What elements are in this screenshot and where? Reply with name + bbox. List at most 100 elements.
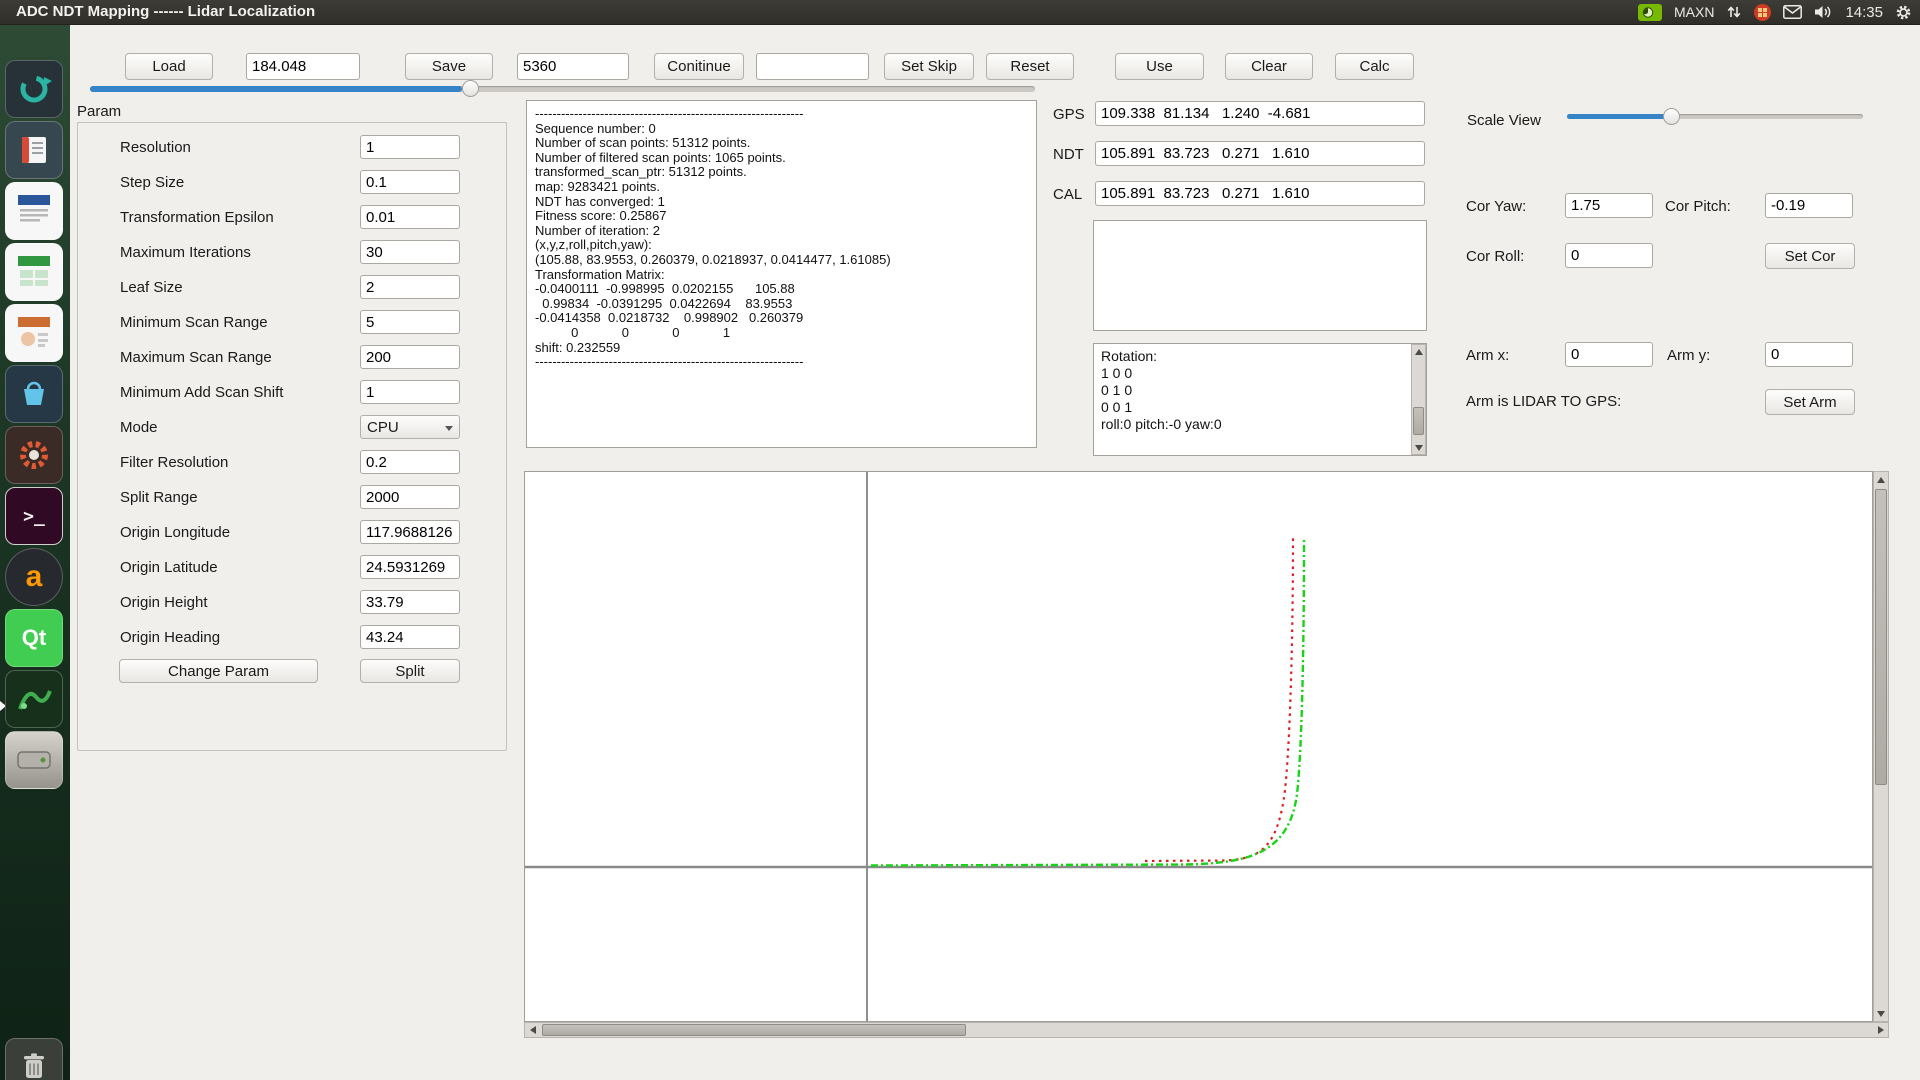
set-cor-button[interactable]: Set Cor	[1765, 243, 1855, 269]
rotation-scrollbar[interactable]	[1411, 344, 1426, 455]
param-label-step-size: Step Size	[120, 174, 184, 191]
change-param-button[interactable]: Change Param	[119, 659, 318, 683]
trajectory-plot[interactable]	[524, 471, 1873, 1022]
dock-icon-libreoffice-writer[interactable]	[5, 182, 63, 240]
rotation-display-box[interactable]: Rotation: 1 0 0 0 1 0 0 0 1 roll:0 pitch…	[1093, 343, 1427, 456]
plot-vertical-scrollbar[interactable]	[1873, 471, 1889, 1022]
transformation-epsilon-input[interactable]	[360, 205, 460, 229]
session-gear-icon[interactable]	[1895, 4, 1912, 21]
dock-trash-icon[interactable]	[5, 1038, 63, 1080]
scroll-right-icon[interactable]	[1878, 1026, 1884, 1034]
skip-value-input[interactable]	[756, 53, 869, 80]
origin-height-input[interactable]	[360, 590, 460, 614]
dock-icon-mapping-app[interactable]	[5, 670, 63, 728]
plot-vscrollbar-thumb[interactable]	[1875, 489, 1887, 785]
system-top-bar: ADC NDT Mapping ------ Lidar Localizatio…	[0, 0, 1920, 25]
scroll-down-icon[interactable]	[1877, 1011, 1885, 1017]
split-button[interactable]: Split	[360, 659, 460, 683]
input-method-icon[interactable]	[1754, 4, 1771, 21]
reset-button[interactable]: Reset	[986, 53, 1074, 80]
scroll-down-icon[interactable]	[1415, 445, 1423, 451]
clear-button[interactable]: Clear	[1225, 53, 1313, 80]
mail-icon[interactable]	[1783, 5, 1802, 19]
nvidia-icon[interactable]	[1638, 4, 1662, 21]
plot-horizontal-scrollbar[interactable]	[524, 1022, 1889, 1038]
dock-icon-amazon[interactable]: a	[5, 548, 63, 606]
log-output-box[interactable]: ----------------------------------------…	[526, 100, 1037, 448]
cor-pitch-input[interactable]	[1765, 193, 1853, 218]
minimum-add-scan-shift-input[interactable]	[360, 380, 460, 404]
system-tray: MAXN 14:35	[1638, 0, 1912, 24]
scroll-left-icon[interactable]	[530, 1026, 536, 1034]
cor-yaw-input[interactable]	[1565, 193, 1653, 218]
ndt-trajectory-path	[871, 539, 1304, 866]
clock-label[interactable]: 14:35	[1845, 4, 1883, 21]
ndt-label: NDT	[1053, 146, 1084, 163]
plot-hscrollbar-thumb[interactable]	[542, 1024, 966, 1036]
dock-icon-software-center[interactable]	[5, 365, 63, 423]
use-button[interactable]: Use	[1115, 53, 1204, 80]
param-label-origin-longitude: Origin Longitude	[120, 524, 230, 541]
maximum-scan-range-input[interactable]	[360, 345, 460, 369]
mode-select[interactable]: CPU	[360, 415, 460, 439]
origin-heading-input[interactable]	[360, 625, 460, 649]
dock-icon-files[interactable]	[5, 121, 63, 179]
step-size-input[interactable]	[360, 170, 460, 194]
set-skip-button[interactable]: Set Skip	[884, 53, 974, 80]
param-label-minimum-scan-range: Minimum Scan Range	[120, 314, 268, 331]
param-label-origin-heading: Origin Heading	[120, 629, 220, 646]
param-label-mode: Mode	[120, 419, 158, 436]
save-value-input[interactable]	[517, 53, 629, 80]
gps-value-input[interactable]	[1095, 101, 1425, 126]
mode-selected-value: CPU	[367, 419, 399, 436]
origin-longitude-input[interactable]	[360, 520, 460, 544]
arm-x-input[interactable]	[1565, 342, 1653, 367]
param-label-split-range: Split Range	[120, 489, 198, 506]
gpu-mode-label[interactable]: MAXN	[1674, 4, 1714, 20]
param-label-resolution: Resolution	[120, 139, 191, 156]
param-label-filter-resolution: Filter Resolution	[120, 454, 228, 471]
load-value-input[interactable]	[246, 53, 360, 80]
dock-icon-terminal[interactable]: >_	[5, 487, 63, 545]
param-label-maximum-scan-range: Maximum Scan Range	[120, 349, 272, 366]
split-range-input[interactable]	[360, 485, 460, 509]
chevron-down-icon	[445, 426, 453, 431]
scale-view-slider[interactable]	[1567, 106, 1863, 126]
dock-icon-libreoffice-impress[interactable]	[5, 304, 63, 362]
arm-note-label: Arm is LIDAR TO GPS:	[1466, 393, 1621, 410]
origin-latitude-input[interactable]	[360, 555, 460, 579]
rotation-scrollbar-thumb[interactable]	[1413, 407, 1424, 435]
resolution-input[interactable]	[360, 135, 460, 159]
dock-icon-workspace-switcher[interactable]	[5, 60, 63, 118]
cal-value-input[interactable]	[1095, 181, 1425, 206]
volume-icon[interactable]	[1814, 4, 1833, 20]
arm-y-label: Arm y:	[1667, 347, 1710, 364]
dock-icon-disk-utility[interactable]	[5, 731, 63, 789]
scroll-up-icon[interactable]	[1415, 349, 1423, 355]
timeline-slider-handle[interactable]	[462, 80, 479, 97]
dock-icon-system-settings[interactable]	[5, 426, 63, 484]
calc-button[interactable]: Calc	[1335, 53, 1414, 80]
param-label-leaf-size: Leaf Size	[120, 279, 183, 296]
continue-button[interactable]: Conitinue	[654, 53, 744, 80]
ndt-value-input[interactable]	[1095, 141, 1425, 166]
scroll-up-icon[interactable]	[1877, 477, 1885, 483]
cor-roll-input[interactable]	[1565, 243, 1653, 268]
save-button[interactable]: Save	[405, 53, 493, 80]
log-text: ----------------------------------------…	[527, 101, 1036, 376]
arm-y-input[interactable]	[1765, 342, 1853, 367]
maximum-iterations-input[interactable]	[360, 240, 460, 264]
set-arm-button[interactable]: Set Arm	[1765, 389, 1855, 415]
minimum-scan-range-input[interactable]	[360, 310, 460, 334]
timeline-slider[interactable]	[90, 78, 1035, 100]
filter-resolution-input[interactable]	[360, 450, 460, 474]
updown-arrows-icon[interactable]	[1726, 4, 1742, 20]
param-label-maximum-iterations: Maximum Iterations	[120, 244, 251, 261]
launcher-dock: >_ a Qt	[0, 24, 70, 1080]
leaf-size-input[interactable]	[360, 275, 460, 299]
cor-yaw-label: Cor Yaw:	[1466, 198, 1526, 215]
dock-icon-qt-creator[interactable]: Qt	[5, 609, 63, 667]
dock-icon-libreoffice-calc[interactable]	[5, 243, 63, 301]
load-button[interactable]: Load	[125, 53, 213, 80]
scale-view-slider-handle[interactable]	[1663, 108, 1680, 125]
